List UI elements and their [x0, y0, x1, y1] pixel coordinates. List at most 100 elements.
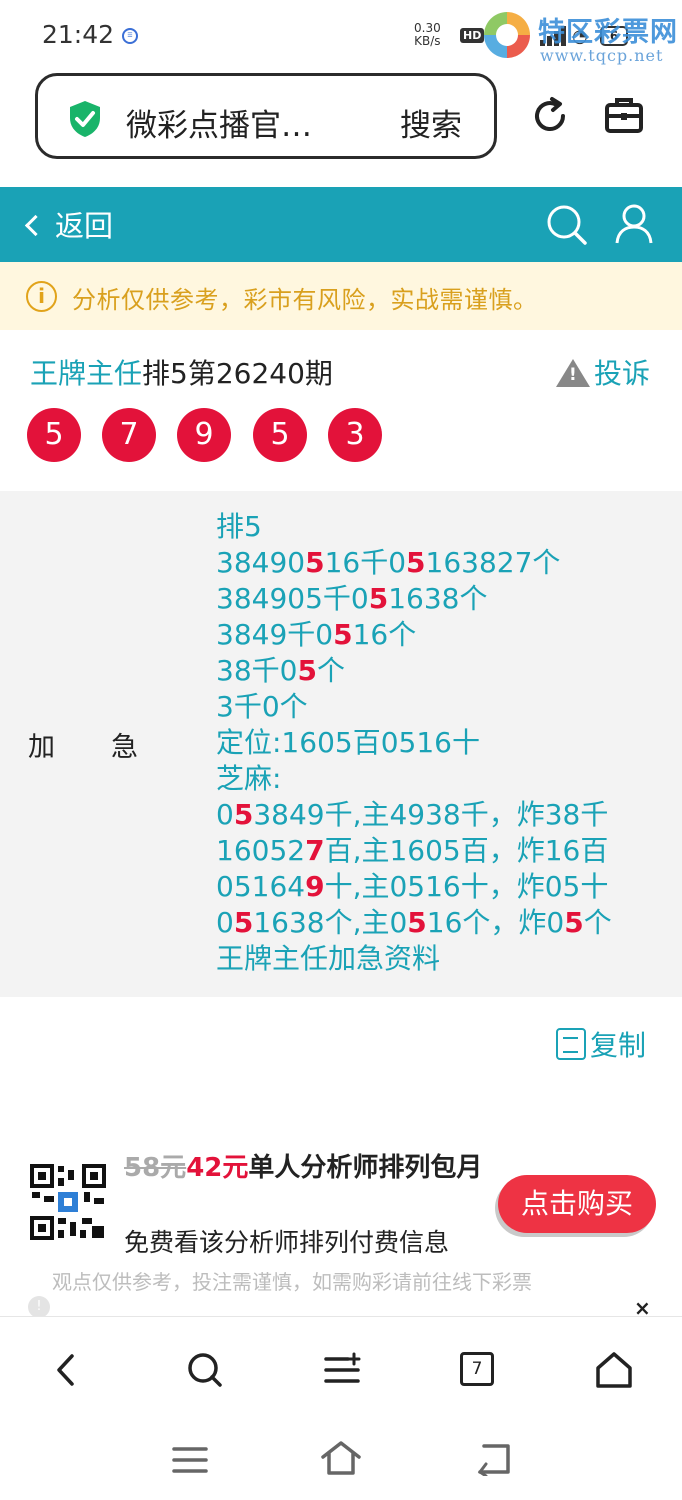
line-text: 0 [216, 906, 234, 939]
address-bar[interactable]: 微彩点播官… 搜索 [35, 73, 497, 159]
line-text: 163827个 [425, 546, 561, 579]
qr-code-icon [30, 1164, 106, 1240]
line-text: 1638个 [388, 582, 488, 615]
highlight-digit: 9 [305, 870, 325, 903]
status-time: 21:42 [42, 20, 115, 49]
line-text: 38490 [216, 546, 306, 579]
prediction-line: 160527百,主1605百，炸16百 [216, 833, 612, 869]
address-search-button[interactable]: 搜索 [400, 100, 462, 145]
highlight-digit: 5 [368, 582, 389, 615]
prediction-line: 384905千051638个 [216, 581, 612, 617]
prediction-line: 38490516千05163827个 [216, 545, 612, 581]
highlight-digit: 5 [333, 618, 353, 651]
prediction-line: 3千0个 [216, 689, 612, 725]
result-ball: 5 [253, 408, 307, 462]
new-price: 42元 [186, 1153, 249, 1183]
tabs-button[interactable]: 7 [460, 1352, 494, 1386]
highlight-digit: 7 [305, 834, 325, 867]
prediction-lines: 排5 38490516千05163827个 384905千051638个 3849千0… [216, 509, 612, 977]
highlight-digit: 5 [407, 906, 427, 939]
line-text: 05164 [216, 870, 306, 903]
line-text: 16千0 [324, 546, 407, 579]
hd-badge-icon: HD [460, 28, 485, 43]
line-text: 3849千0 [216, 618, 334, 651]
line-text: 0 [216, 798, 234, 831]
watermark-url: www.tqcp.net [540, 46, 664, 65]
prediction-line: 38千05个 [216, 653, 612, 689]
browser-toolbar: 7 [0, 1316, 682, 1418]
highlight-digit: 5 [564, 906, 584, 939]
menu-icon[interactable] [323, 1351, 361, 1389]
result-ball: 7 [102, 408, 156, 462]
panel-label: 加急 [28, 732, 194, 763]
home-icon[interactable] [595, 1351, 633, 1389]
line-text: 38千0 [216, 654, 298, 687]
prediction-panel: 加急 排5 38490516千05163827个 384905千051638个 384… [0, 491, 682, 997]
line-text: 芝麻: [216, 762, 282, 795]
result-ball: 9 [177, 408, 231, 462]
shield-check-icon [70, 101, 100, 137]
watermark: 特区彩票网 www.tqcp.net [484, 8, 680, 68]
highlight-digit: 5 [233, 906, 254, 939]
copy-icon [556, 1028, 586, 1060]
system-home-icon[interactable] [320, 1440, 362, 1476]
highlight-digit: 5 [297, 654, 317, 687]
author-name[interactable]: 王牌主任 [30, 357, 142, 390]
line-text: 16个，炸0 [426, 906, 565, 939]
line-text: 定位:1605百0516十 [216, 726, 480, 759]
highlight-digit: 5 [233, 798, 254, 831]
prediction-line: 王牌主任加急资料 [216, 941, 612, 977]
line-text: 排5 [216, 510, 262, 543]
line-text: 3千0个 [216, 690, 308, 723]
line-text: 个 [583, 906, 612, 939]
prediction-line: 排5 [216, 509, 612, 545]
page-header: 返回 [0, 187, 682, 262]
recent-apps-icon[interactable] [172, 1446, 208, 1474]
complain-button[interactable]: 投诉 [556, 352, 650, 392]
search-icon[interactable] [546, 204, 588, 246]
disclaimer-text: 观点仅供参考，投注需谨慎，如需购彩请前往线下彩票 [52, 1270, 532, 1294]
old-price: 58元 [124, 1153, 187, 1183]
user-icon[interactable] [614, 203, 654, 245]
info-icon: i [26, 281, 57, 312]
line-text: 百,主1605百，炸16百 [324, 834, 609, 867]
chevron-left-icon [24, 214, 47, 237]
result-ball: 5 [27, 408, 81, 462]
prediction-line: 051638个,主0516个，炸05个 [216, 905, 612, 941]
clock-app-icon: ☰ [122, 28, 138, 44]
promo-title: 58元42元单人分析师排列包月 [124, 1153, 483, 1183]
line-text: 16个 [352, 618, 417, 651]
toolbox-icon[interactable] [604, 95, 644, 135]
notice-text: 分析仅供参考，彩市有风险，实战需谨慎。 [72, 286, 538, 314]
prediction-line: 051649十,主0516十，炸05十 [216, 869, 612, 905]
copy-button[interactable]: 复制 [556, 1024, 646, 1064]
highlight-digit: 5 [305, 546, 325, 579]
prediction-line: 053849千,主4938千，炸38千 [216, 797, 612, 833]
search-icon[interactable] [186, 1351, 224, 1389]
back-button[interactable]: 返回 [24, 203, 113, 245]
line-text: 十,主0516十，炸05十 [324, 870, 609, 903]
post-title: 王牌主任排5第26240期 [30, 357, 333, 390]
reload-icon[interactable] [530, 96, 570, 136]
line-text: 千0 [322, 582, 369, 615]
buy-button[interactable]: 点击购买 [498, 1175, 656, 1233]
line-text: 个 [316, 654, 345, 687]
warning-icon [556, 359, 590, 387]
prediction-line: 芝麻: [216, 761, 612, 797]
result-ball: 3 [328, 408, 382, 462]
line-text: 3849千,主4938千，炸38千 [253, 798, 609, 831]
highlight-digit: 5 [406, 546, 426, 579]
status-bar: 21:42 ☰ 0.30 KB/s HD ◔ 6 特区彩票网 www.tqcp.… [0, 0, 682, 72]
watermark-logo-icon [484, 12, 530, 58]
risk-notice: i 分析仅供参考，彩市有风险，实战需谨慎。 [0, 262, 682, 330]
back-arrow-icon[interactable] [48, 1351, 86, 1389]
line-text: 1638个,主0 [253, 906, 408, 939]
page-title-in-address: 微彩点播官… [126, 108, 312, 144]
ad-info-icon[interactable]: ! [28, 1296, 50, 1318]
system-navigation-bar [0, 1418, 682, 1500]
line-text: 王牌主任加急资料 [216, 942, 441, 975]
promo-subtitle: 免费看该分析师排列付费信息 [124, 1228, 450, 1257]
network-speed: 0.30 KB/s [414, 21, 441, 48]
line-text: 16052 [216, 834, 306, 867]
system-back-icon[interactable] [474, 1442, 512, 1476]
